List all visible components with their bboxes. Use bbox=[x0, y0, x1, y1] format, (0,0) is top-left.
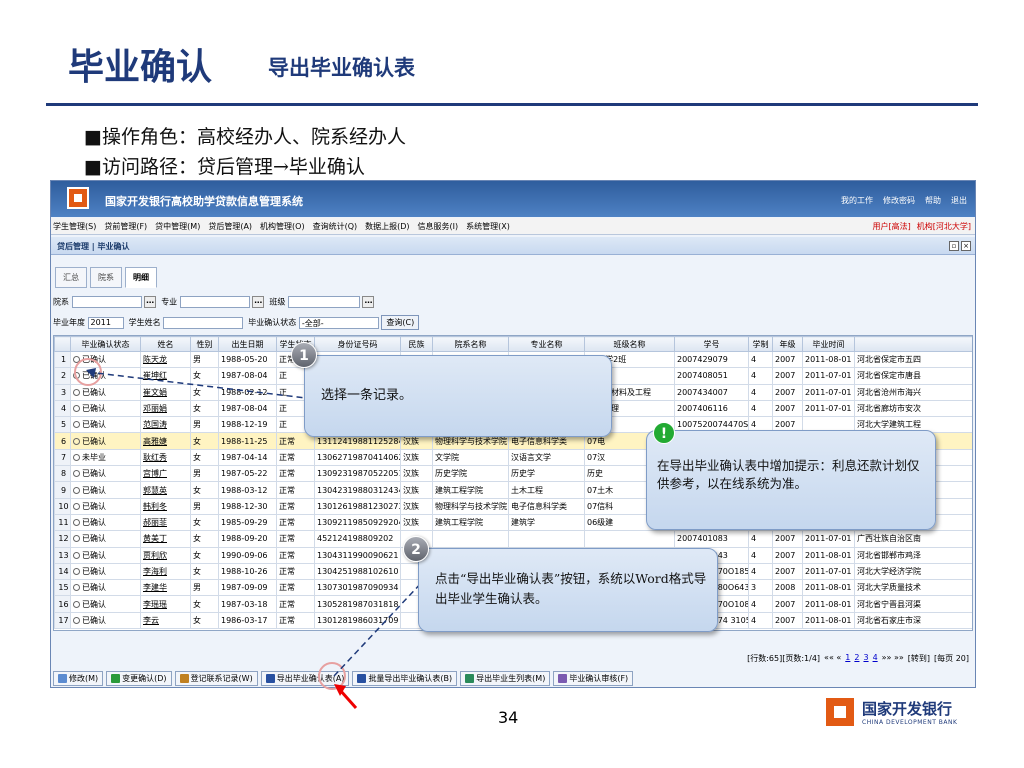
step-badge-2: 2 bbox=[403, 536, 429, 562]
warning-icon: ! bbox=[653, 422, 675, 444]
bank-name-cn: 国家开发银行 bbox=[862, 700, 953, 718]
step-badge-1: 1 bbox=[291, 342, 317, 368]
callout-step1: 选择一条记录。 bbox=[304, 355, 612, 437]
callout-step2: 点击“导出毕业确认表”按钮，系统以Word格式导出毕业学生确认表。 bbox=[418, 548, 718, 632]
bank-name-en: CHINA DEVELOPMENT BANK bbox=[862, 719, 958, 726]
footer-logo: 国家开发银行 CHINA DEVELOPMENT BANK bbox=[826, 698, 957, 726]
cdb-logo-icon bbox=[826, 698, 854, 726]
callout-warning: 在导出毕业确认表中增加提示：利息还款计划仅供参考，以在线系统为准。 bbox=[646, 430, 936, 530]
page-number: 34 bbox=[498, 708, 519, 727]
